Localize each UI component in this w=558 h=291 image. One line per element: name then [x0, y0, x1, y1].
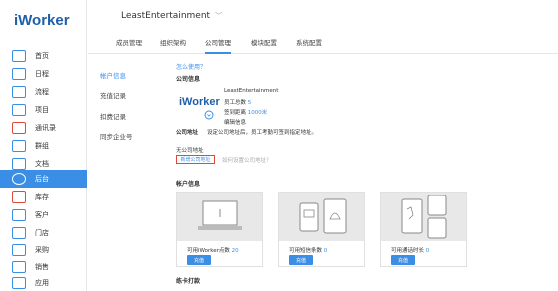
sidebar-item-label: 首页: [35, 52, 49, 60]
sidebar-item-label: 流程: [35, 88, 49, 96]
how-to-use-link[interactable]: 怎么使用？: [176, 62, 206, 71]
contacts-icon: [12, 122, 26, 134]
no-address-text: 无公司地址: [176, 148, 204, 154]
flow-icon: [12, 86, 26, 98]
sms-icon: [279, 193, 364, 241]
sidebar-item-label: 采购: [35, 246, 49, 254]
card-call-time: 可用通话时长 0 充值: [380, 192, 467, 267]
card-label: 可用iWorker点数 20: [187, 248, 239, 254]
sidebar-item-apps[interactable]: 应用: [0, 274, 87, 291]
gear-icon: [12, 173, 26, 185]
sidebar-item-label: 日程: [35, 70, 49, 78]
sales-icon: [12, 261, 26, 273]
company-switcher[interactable]: LeastEntertainment: [121, 11, 210, 21]
tab-company-management[interactable]: 公司管理: [205, 37, 231, 54]
sidebar-item-label: 库存: [35, 193, 49, 201]
card-points: 可用iWorker点数 20 充值: [176, 192, 263, 267]
phone-icon: [381, 193, 466, 241]
how-set-address-link[interactable]: 如何设置公司地址？: [222, 156, 272, 164]
sidebar: iWorker 首页 日程 流程 项目 通讯录 群组 文档 后台 库存 客户 门…: [0, 0, 87, 291]
sidebar-item-label: 通讯录: [35, 124, 56, 132]
tab-bar: 成员管理 组织架构 公司管理 模块配置 系统配置: [88, 32, 558, 54]
sidebar-item-label: 客户: [35, 211, 49, 219]
account-info-title: 帐户信息: [176, 181, 201, 188]
sidebar-item-store[interactable]: 门店: [0, 224, 87, 242]
sidebar-item-label: 后台: [35, 175, 49, 183]
app-window: iWorker 首页 日程 流程 项目 通讯录 群组 文档 后台 库存 客户 门…: [0, 0, 558, 291]
tab-org-structure[interactable]: 组织架构: [160, 37, 186, 47]
recharge-sms-button[interactable]: 充值: [289, 255, 313, 265]
company-name: LeastEntertainment: [224, 88, 279, 94]
card-label: 可用通话时长 0: [391, 248, 430, 254]
tab-system-config[interactable]: 系统配置: [296, 37, 322, 47]
sidebar-item-home[interactable]: 首页: [0, 47, 87, 65]
address-label: 公司地址: [176, 130, 199, 136]
sidebar-item-label: 门店: [35, 229, 49, 237]
laptop-icon: [177, 193, 262, 241]
submenu-sync-enterprise[interactable]: 同步企业号: [100, 131, 133, 141]
sidebar-item-label: 应用: [35, 279, 49, 287]
sidebar-item-contacts[interactable]: 通讯录: [0, 119, 87, 137]
card-sms: 可用短信条数 0 充值: [278, 192, 365, 267]
sidebar-item-label: 项目: [35, 106, 49, 114]
project-icon: [12, 104, 26, 116]
sidebar-item-schedule[interactable]: 日程: [0, 65, 87, 83]
sidebar-item-purchase[interactable]: 采购: [0, 241, 87, 259]
recharge-points-button[interactable]: 充值: [187, 255, 211, 265]
submenu-recharge-records[interactable]: 充值记录: [100, 90, 126, 100]
recharge-call-button[interactable]: 充值: [391, 255, 415, 265]
bottom-section-title: 练卡打款: [176, 278, 201, 285]
add-address-button[interactable]: 新增公司地址: [176, 155, 215, 164]
card-label: 可用短信条数 0: [289, 248, 328, 254]
sidebar-item-workflow[interactable]: 流程: [0, 83, 87, 101]
staff-count: 员工总数 5: [224, 100, 252, 106]
top-bar: LeastEntertainment ﹀: [88, 0, 558, 32]
submenu-account-info[interactable]: 帐户信息: [100, 70, 126, 80]
app-logo: iWorker: [14, 12, 70, 29]
sidebar-item-inventory[interactable]: 库存: [0, 188, 87, 206]
main-content: 怎么使用？ 公司信息 iWorker LeastEntertainment 员工…: [176, 62, 556, 291]
apps-icon: [12, 277, 26, 289]
customer-icon: [12, 209, 26, 221]
monitor-icon: [12, 50, 26, 62]
sidebar-item-label: 群组: [35, 142, 49, 150]
tab-module-config[interactable]: 模块配置: [251, 37, 277, 47]
sidebar-item-customer[interactable]: 客户: [0, 206, 87, 224]
purchase-icon: [12, 244, 26, 256]
company-info-title: 公司信息: [176, 76, 201, 83]
sidebar-item-group[interactable]: 群组: [0, 137, 87, 155]
submenu-deduction-records[interactable]: 扣费记录: [100, 111, 126, 121]
chevron-down-icon[interactable]: ﹀: [215, 11, 222, 21]
edit-logo-icon[interactable]: [204, 110, 214, 120]
tab-members[interactable]: 成员管理: [116, 37, 142, 47]
sidebar-item-label: 销售: [35, 263, 49, 271]
store-icon: [12, 227, 26, 239]
sidebar-item-admin[interactable]: 后台: [0, 170, 87, 188]
group-icon: [12, 140, 26, 152]
inventory-icon: [12, 191, 26, 203]
checkin-distance: 签到距离 1000米: [224, 110, 268, 116]
company-logo: iWorker: [179, 96, 220, 108]
edit-info-link[interactable]: 编辑信息: [224, 118, 246, 126]
address-hint: 设定公司地址后，员工考勤可签到指定地址。: [207, 130, 318, 136]
calendar-icon: [12, 68, 26, 80]
document-icon: [12, 158, 26, 170]
sidebar-item-label: 文档: [35, 160, 49, 168]
sidebar-item-project[interactable]: 项目: [0, 101, 87, 119]
